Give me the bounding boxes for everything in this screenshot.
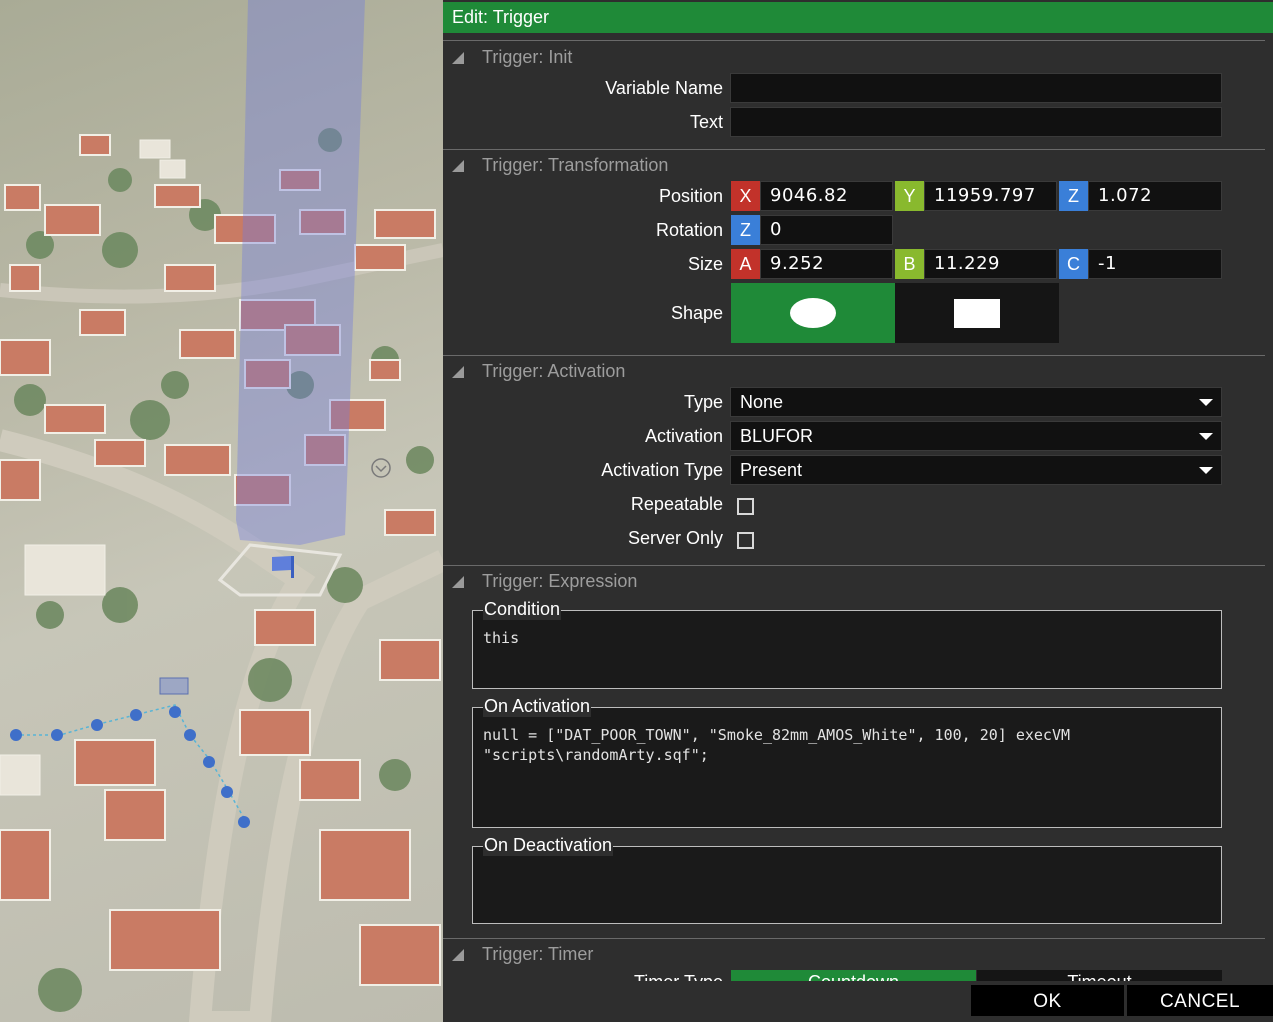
trigger-volume[interactable] [236, 0, 365, 545]
section-title-activation: Trigger: Activation [482, 361, 626, 381]
ok-button[interactable]: OK [971, 985, 1124, 1016]
rotation-label: Rotation [655, 220, 723, 240]
section-divider [443, 40, 1265, 41]
rotation-z-tag: Z [731, 215, 760, 245]
on-activation-label: On Activation [483, 695, 592, 717]
timer-timeout-button[interactable]: Timeout [977, 970, 1222, 981]
waypoint-icon[interactable] [221, 786, 233, 798]
map-viewport[interactable] [0, 0, 443, 1022]
unit-marker[interactable] [159, 677, 189, 695]
size-b-input[interactable]: 11.229 [924, 249, 1057, 279]
size-c-tag: C [1059, 249, 1088, 279]
waypoint-icon[interactable] [169, 706, 181, 718]
type-dropdown-value: None [740, 392, 784, 412]
waypoint-icon[interactable] [203, 756, 215, 768]
position-y-input[interactable]: 11959.797 [924, 181, 1057, 211]
on-activation-field[interactable]: On Activation null = ["DAT_POOR_TOWN", "… [472, 695, 1222, 828]
on-deactivation-field[interactable]: On Deactivation [472, 834, 1222, 924]
section-divider [443, 938, 1265, 939]
position-x-tag: X [731, 181, 760, 211]
cancel-button[interactable]: CANCEL [1127, 985, 1273, 1016]
position-z-input[interactable]: 1.072 [1088, 181, 1222, 211]
text-input[interactable] [730, 107, 1222, 137]
waypoint-icon[interactable] [91, 719, 103, 731]
rotation-z-input[interactable]: 0 [760, 215, 893, 245]
section-header-init[interactable]: Trigger: Init [443, 44, 1265, 70]
section-title-timer: Trigger: Timer [482, 944, 594, 964]
triangle-collapse-icon[interactable] [452, 949, 464, 961]
position-x-input[interactable]: 9046.82 [760, 181, 893, 211]
position-y-tag: Y [895, 181, 924, 211]
activation-dropdown[interactable]: BLUFOR [730, 421, 1222, 451]
size-a-tag: A [731, 249, 760, 279]
section-header-expression[interactable]: Trigger: Expression [443, 568, 1265, 594]
type-label: Type [683, 392, 723, 412]
position-z-tag: Z [1059, 181, 1088, 211]
on-deactivation-label: On Deactivation [483, 834, 614, 856]
map-terrain [0, 0, 443, 1022]
activation-label: Activation [644, 426, 723, 446]
variable-name-input[interactable] [730, 73, 1222, 103]
size-a-input[interactable]: 9.252 [760, 249, 893, 279]
timer-countdown-button[interactable]: Countdown [731, 970, 976, 981]
server-only-label: Server Only [627, 528, 723, 548]
condition-field[interactable]: Condition this [472, 598, 1222, 689]
shape-label: Shape [670, 303, 723, 323]
triangle-collapse-icon[interactable] [452, 366, 464, 378]
section-header-transformation[interactable]: Trigger: Transformation [443, 152, 1265, 178]
activation-type-dropdown-value: Present [740, 460, 803, 480]
triangle-collapse-icon[interactable] [452, 52, 464, 64]
section-title-transformation: Trigger: Transformation [482, 155, 669, 175]
waypoint-icon[interactable] [238, 816, 250, 828]
section-divider [443, 149, 1265, 150]
section-title-expression: Trigger: Expression [482, 571, 638, 591]
dialog-content[interactable]: Trigger: Init Variable Name Text Trigger… [443, 33, 1273, 981]
shape-ellipse-button[interactable] [731, 283, 895, 343]
type-dropdown[interactable]: None [730, 387, 1222, 417]
map-chevron-icon[interactable] [371, 458, 391, 478]
condition-label: Condition [483, 598, 562, 620]
activation-dropdown-value: BLUFOR [740, 426, 814, 446]
size-c-input[interactable]: -1 [1088, 249, 1222, 279]
variable-name-label: Variable Name [605, 78, 723, 98]
chevron-down-icon[interactable] [1191, 456, 1221, 484]
activation-type-label: Activation Type [601, 460, 723, 480]
section-title-init: Trigger: Init [482, 47, 573, 67]
repeatable-checkbox[interactable] [737, 498, 754, 515]
repeatable-label: Repeatable [630, 494, 723, 514]
ellipse-icon [790, 298, 836, 328]
section-header-timer[interactable]: Trigger: Timer [443, 941, 1265, 967]
waypoint-icon[interactable] [130, 709, 142, 721]
triangle-collapse-icon[interactable] [452, 160, 464, 172]
condition-code[interactable]: this [483, 628, 519, 648]
rectangle-icon [954, 299, 1000, 328]
triangle-collapse-icon[interactable] [452, 576, 464, 588]
edit-trigger-dialog: Edit: Trigger Trigger: Init Variable Nam… [443, 0, 1273, 1022]
text-label: Text [689, 112, 723, 132]
section-header-activation[interactable]: Trigger: Activation [443, 358, 1265, 384]
waypoint-icon[interactable] [51, 729, 63, 741]
server-only-checkbox[interactable] [737, 532, 754, 549]
timer-type-label: Timer Type [634, 970, 723, 981]
size-label: Size [687, 254, 723, 274]
waypoint-icon[interactable] [184, 729, 196, 741]
position-label: Position [658, 186, 723, 206]
size-b-tag: B [895, 249, 924, 279]
dialog-title: Edit: Trigger [443, 2, 1273, 33]
shape-rectangle-button[interactable] [895, 283, 1059, 343]
section-divider [443, 355, 1265, 356]
on-activation-code[interactable]: null = ["DAT_POOR_TOWN", "Smoke_82mm_AMO… [483, 725, 1070, 765]
section-divider [443, 565, 1265, 566]
chevron-down-icon[interactable] [1191, 422, 1221, 450]
waypoint-icon[interactable] [10, 729, 22, 741]
chevron-down-icon[interactable] [1191, 388, 1221, 416]
activation-type-dropdown[interactable]: Present [730, 455, 1222, 485]
